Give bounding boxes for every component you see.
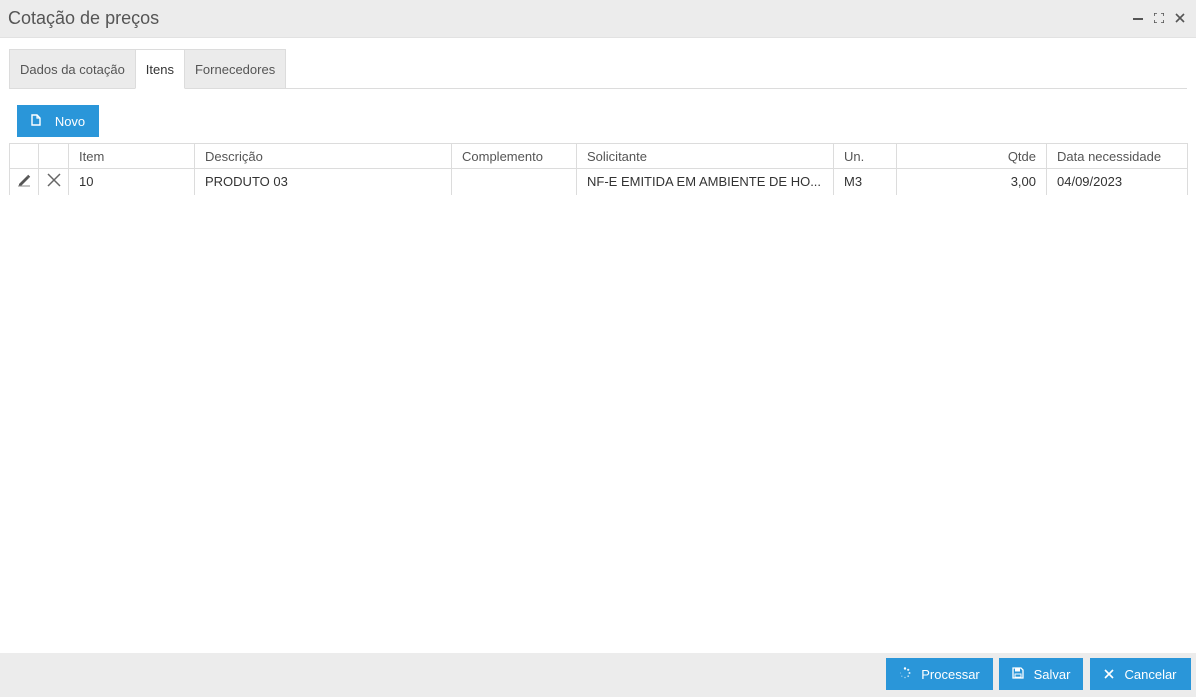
cell-complemento — [451, 168, 577, 195]
items-table: Item Descrição Complemento Solicitante U… — [9, 143, 1188, 195]
new-item-label: Novo — [54, 113, 86, 129]
spinner-icon — [899, 666, 911, 682]
header-item[interactable]: Item — [68, 143, 195, 169]
cell-qtde: 3,00 — [896, 168, 1047, 195]
tab-divider — [9, 88, 1187, 89]
tab-fornecedores[interactable]: Fornecedores — [183, 49, 287, 89]
process-button[interactable]: Processar — [886, 658, 993, 690]
delete-x-icon — [46, 173, 62, 191]
table-header-row: Item Descrição Complemento Solicitante U… — [9, 143, 1188, 169]
footer-bar: Processar Salvar Cancelar — [0, 653, 1196, 697]
cell-un: M3 — [833, 168, 897, 195]
header-delete — [38, 143, 69, 169]
cell-item: 10 — [68, 168, 195, 195]
header-solicitante[interactable]: Solicitante — [576, 143, 834, 169]
header-qtde[interactable]: Qtde — [896, 143, 1047, 169]
minimize-icon[interactable] — [1132, 10, 1144, 26]
header-descricao[interactable]: Descrição — [194, 143, 452, 169]
new-item-button[interactable]: Novo — [17, 105, 99, 137]
delete-row-button[interactable] — [38, 168, 69, 195]
window-controls — [1132, 10, 1186, 26]
pencil-icon — [16, 175, 32, 191]
cell-solicitante: NF-E EMITIDA EM AMBIENTE DE HO... — [576, 168, 834, 195]
tab-itens[interactable]: Itens — [134, 49, 185, 89]
cell-descricao: PRODUTO 03 — [194, 168, 452, 195]
save-label: Salvar — [1033, 666, 1071, 682]
process-label: Processar — [921, 666, 980, 682]
file-icon — [31, 113, 41, 129]
tab-bar: Dados da cotação Itens Fornecedores — [9, 49, 287, 89]
cell-data-necessidade: 04/09/2023 — [1046, 168, 1188, 195]
save-button[interactable]: Salvar — [999, 658, 1083, 690]
close-icon[interactable] — [1174, 10, 1186, 26]
window-title: Cotação de preços — [8, 8, 160, 28]
cancel-button[interactable]: Cancelar — [1090, 658, 1191, 690]
header-un[interactable]: Un. — [833, 143, 897, 169]
header-edit — [9, 143, 39, 169]
cancel-label: Cancelar — [1124, 666, 1177, 682]
window-titlebar: Cotação de preços — [0, 0, 1196, 38]
header-data-necessidade[interactable]: Data necessidade — [1046, 143, 1188, 169]
edit-row-button[interactable] — [9, 168, 39, 195]
close-x-icon — [1104, 667, 1115, 682]
tab-dados-da-cotacao[interactable]: Dados da cotação — [9, 49, 136, 89]
floppy-disk-icon — [1011, 666, 1024, 682]
table-row[interactable]: 10 PRODUTO 03 NF-E EMITIDA EM AMBIENTE D… — [9, 168, 1188, 195]
maximize-icon[interactable] — [1153, 10, 1165, 26]
header-complemento[interactable]: Complemento — [451, 143, 577, 169]
